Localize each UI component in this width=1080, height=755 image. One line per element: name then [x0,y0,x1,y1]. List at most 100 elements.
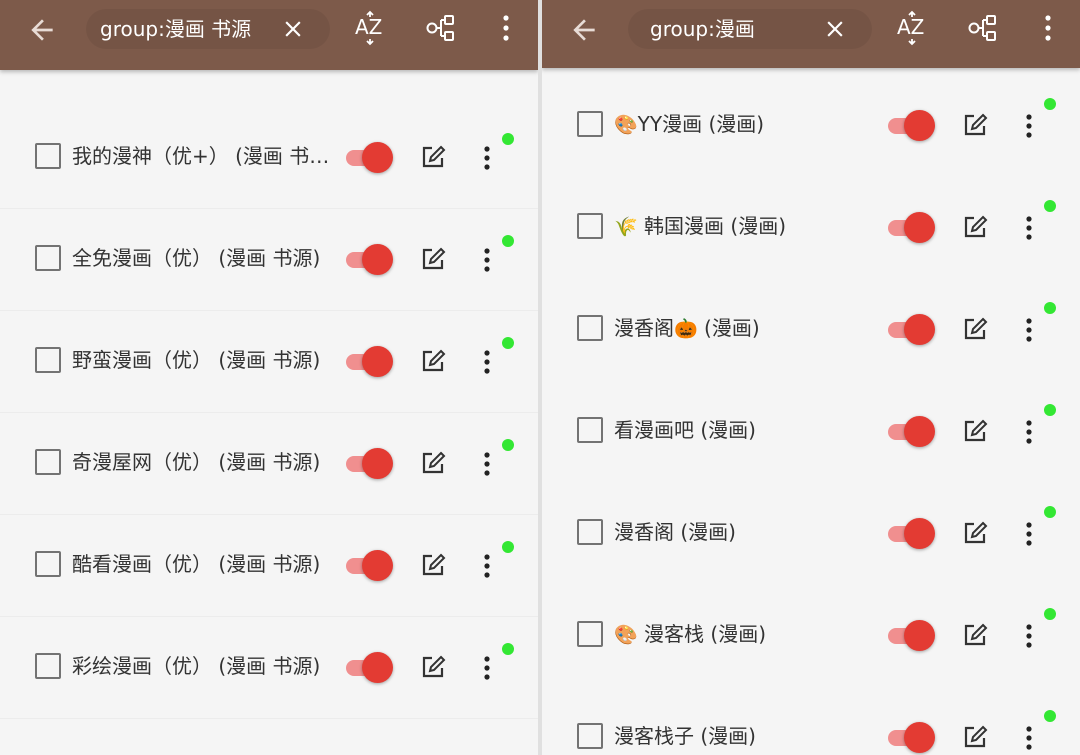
enable-toggle[interactable] [344,346,394,377]
edit-icon[interactable] [420,450,446,476]
source-row[interactable]: 彩绘漫画（优） (漫画 书源) [0,616,538,719]
select-checkbox[interactable] [577,621,603,647]
enable-toggle[interactable] [886,212,936,243]
palette-icon: 🎨 [614,114,638,136]
select-checkbox[interactable] [577,519,603,545]
enable-toggle[interactable] [344,142,394,173]
more-vert-icon[interactable] [1020,520,1038,548]
select-checkbox[interactable] [577,723,603,749]
source-name: 漫客栈子 (漫画) [614,724,756,748]
select-checkbox[interactable] [577,111,603,137]
search-field[interactable]: group:漫画 [628,9,872,49]
sort-az-icon[interactable]: AZ [352,10,388,46]
svg-text:AZ: AZ [897,15,924,39]
enable-toggle[interactable] [344,448,394,479]
edit-icon[interactable] [962,418,988,444]
status-dot [1044,506,1056,518]
select-checkbox[interactable] [577,315,603,341]
edit-icon[interactable] [962,724,988,750]
select-checkbox[interactable] [35,143,61,169]
group-icon[interactable] [426,12,458,44]
right-screen: group:漫画 AZ 🎨YY漫画 (漫画) 🌾 韩国漫画 (漫画) 漫香阁🎃 … [542,0,1080,755]
top-app-bar: group:漫画 AZ [542,0,1080,68]
status-dot [502,439,514,451]
source-name: 酷看漫画（优） (漫画 书源) [72,552,321,576]
edit-icon[interactable] [420,348,446,374]
source-name: 奇漫屋网（优） (漫画 书源) [72,450,321,474]
edit-icon[interactable] [962,622,988,648]
edit-icon[interactable] [420,246,446,272]
edit-icon[interactable] [962,112,988,138]
select-checkbox[interactable] [35,653,61,679]
source-row[interactable]: 全免漫画（优） (漫画 书源) [0,208,538,311]
source-row[interactable]: 酷看漫画（优） (漫画 书源) [0,514,538,617]
status-dot [1044,302,1056,314]
search-query-text[interactable]: group:漫画 书源 [100,16,274,42]
source-name: 野蛮漫画（优） (漫画 书源) [72,348,321,372]
more-vert-icon[interactable] [478,450,496,478]
select-checkbox[interactable] [35,245,61,271]
pumpkin-icon: 🎃 [674,318,698,340]
source-row[interactable]: 🌾 韩国漫画 (漫画) [542,176,1080,278]
more-vert-icon[interactable] [1020,724,1038,752]
close-icon[interactable] [280,16,306,42]
select-checkbox[interactable] [35,347,61,373]
arrow-left-icon[interactable] [26,14,58,46]
more-vert-icon[interactable] [1020,418,1038,446]
source-row[interactable]: 野蛮漫画（优） (漫画 书源) [0,310,538,413]
source-name: 全免漫画（优） (漫画 书源) [72,246,321,270]
close-icon[interactable] [822,16,848,42]
status-dot [1044,200,1056,212]
enable-toggle[interactable] [344,244,394,275]
edit-icon[interactable] [420,654,446,680]
enable-toggle[interactable] [886,620,936,651]
enable-toggle[interactable] [886,314,936,345]
source-name: 看漫画吧 (漫画) [614,418,756,442]
select-checkbox[interactable] [577,213,603,239]
source-row[interactable]: 漫香阁🎃 (漫画) [542,278,1080,380]
edit-icon[interactable] [420,552,446,578]
more-vert-icon[interactable] [1038,12,1058,44]
source-name: 彩绘漫画（优） (漫画 书源) [72,654,321,678]
source-name: 🎨YY漫画 (漫画) [614,112,765,136]
source-row[interactable]: 漫客栈子 (漫画) [542,686,1080,755]
enable-toggle[interactable] [344,652,394,683]
enable-toggle[interactable] [886,416,936,447]
edit-icon[interactable] [962,316,988,342]
more-vert-icon[interactable] [1020,214,1038,242]
edit-icon[interactable] [962,214,988,240]
source-row[interactable]: 🎨YY漫画 (漫画) [542,74,1080,176]
more-vert-icon[interactable] [496,12,516,44]
search-field[interactable]: group:漫画 书源 [86,9,330,49]
source-row[interactable]: 漫香阁 (漫画) [542,482,1080,584]
status-dot [502,133,514,145]
select-checkbox[interactable] [577,417,603,443]
more-vert-icon[interactable] [1020,316,1038,344]
source-row[interactable]: 🎨 漫客栈 (漫画) [542,584,1080,686]
select-checkbox[interactable] [35,449,61,475]
more-vert-icon[interactable] [478,246,496,274]
status-dot [1044,98,1056,110]
arrow-left-icon[interactable] [568,14,600,46]
source-row[interactable]: 看漫画吧 (漫画) [542,380,1080,482]
more-vert-icon[interactable] [478,348,496,376]
more-vert-icon[interactable] [478,654,496,682]
edit-icon[interactable] [962,520,988,546]
more-vert-icon[interactable] [1020,622,1038,650]
edit-icon[interactable] [420,144,446,170]
select-checkbox[interactable] [35,551,61,577]
more-vert-icon[interactable] [478,144,496,172]
source-row[interactable]: 我的漫神（优+） (漫画 书源) [0,106,538,209]
enable-toggle[interactable] [344,550,394,581]
status-dot [502,337,514,349]
source-row[interactable]: 奇漫屋网（优） (漫画 书源) [0,412,538,515]
status-dot [1044,404,1056,416]
sort-az-icon[interactable]: AZ [894,10,930,46]
enable-toggle[interactable] [886,722,936,753]
search-query-text[interactable]: group:漫画 [650,16,824,42]
group-icon[interactable] [968,12,1000,44]
enable-toggle[interactable] [886,110,936,141]
more-vert-icon[interactable] [1020,112,1038,140]
more-vert-icon[interactable] [478,552,496,580]
enable-toggle[interactable] [886,518,936,549]
